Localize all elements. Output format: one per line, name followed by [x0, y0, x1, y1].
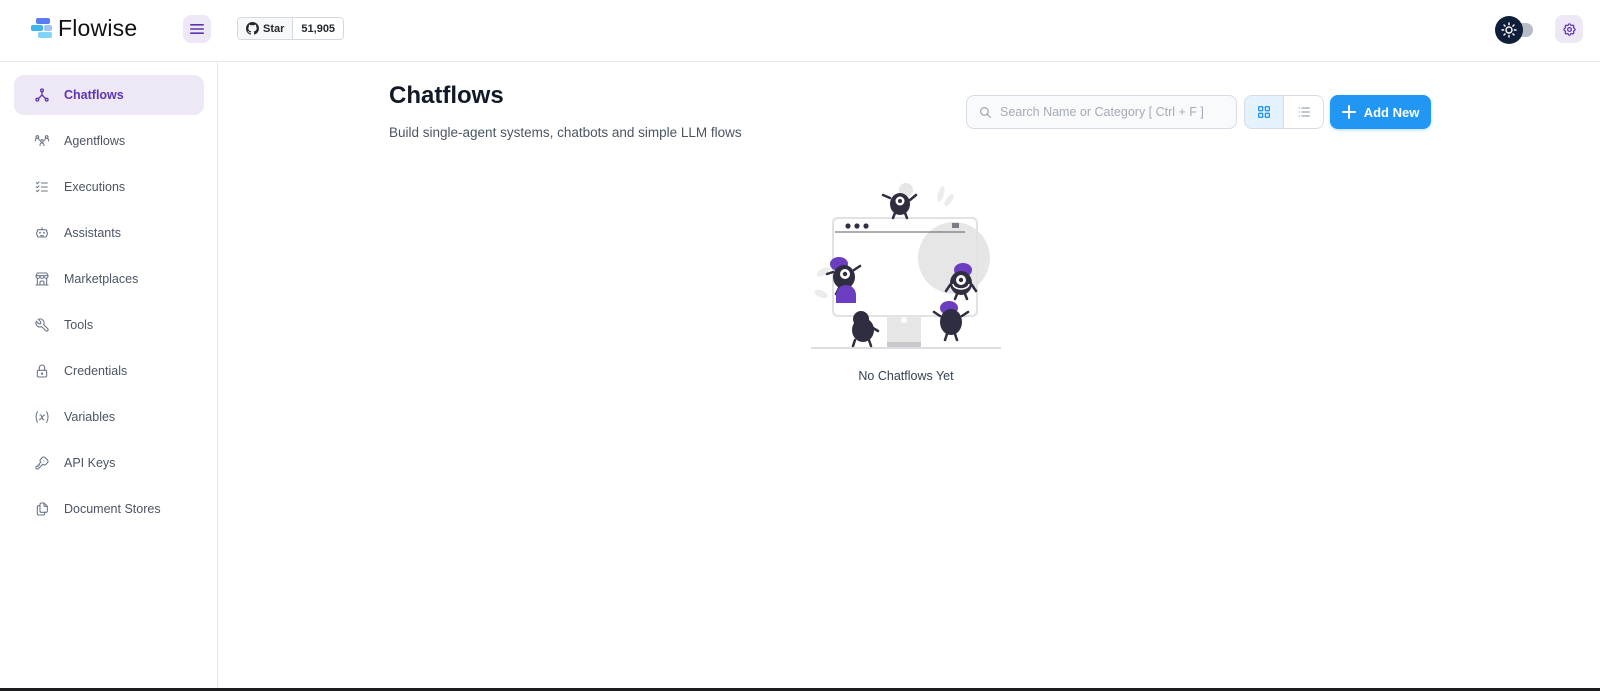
sidebar-item-assistants[interactable]: Assistants [14, 213, 204, 253]
sidebar-item-label: Chatflows [64, 88, 124, 102]
sidebar-item-api-keys[interactable]: API Keys [14, 443, 204, 483]
sidebar-item-label: Marketplaces [64, 272, 139, 286]
key-icon [34, 455, 50, 471]
menu-icon [190, 24, 204, 34]
sidebar-item-label: Document Stores [64, 502, 161, 516]
robot-icon [34, 225, 50, 241]
dark-mode-toggle[interactable] [1495, 16, 1537, 44]
page-subtitle: Build single-agent systems, chatbots and… [389, 125, 742, 140]
sidebar-item-label: Variables [64, 410, 116, 424]
tool-icon [34, 317, 50, 333]
sidebar-item-tools[interactable]: Tools [14, 305, 204, 345]
github-star-count[interactable]: 51,905 [293, 18, 344, 39]
sidebar-item-agentflows[interactable]: Agentflows [14, 121, 204, 161]
page-title: Chatflows [389, 82, 504, 109]
hierarchy-icon [34, 87, 50, 103]
variable-icon [34, 409, 50, 425]
add-new-button[interactable]: Add New [1330, 95, 1431, 129]
search-input[interactable] [1000, 105, 1220, 119]
sidebar-item-label: Credentials [64, 364, 128, 378]
sidebar-item-credentials[interactable]: Credentials [14, 351, 204, 391]
sidebar-item-label: Tools [64, 318, 94, 332]
sidebar-item-variables[interactable]: Variables [14, 397, 204, 437]
github-star-button[interactable]: Star [238, 18, 294, 39]
building-store-icon [34, 271, 50, 287]
add-new-label: Add New [1363, 104, 1420, 120]
settings-button[interactable] [1555, 15, 1583, 43]
sidebar-item-label: Executions [64, 180, 126, 194]
top-header: Flowise Star 51,905 [0, 0, 1600, 62]
sidebar-item-marketplaces[interactable]: Marketplaces [14, 259, 204, 299]
brand-name: Flowise [58, 15, 138, 41]
search-box[interactable] [966, 95, 1237, 129]
list-check-icon [34, 179, 50, 195]
sidebar-item-document-stores[interactable]: Document Stores [14, 489, 204, 529]
main-content: Chatflows Build single-agent systems, ch… [218, 62, 1600, 691]
toggle-knob [1495, 16, 1523, 44]
view-mode-toggle [1244, 95, 1324, 129]
files-icon [34, 501, 50, 517]
sidebar-item-label: Assistants [64, 226, 121, 240]
list-icon [1298, 107, 1310, 117]
sun-icon [1501, 22, 1517, 38]
sidebar-item-label: Agentflows [64, 134, 126, 148]
sidebar-toggle-button[interactable] [183, 15, 211, 43]
lock-icon [34, 363, 50, 379]
gear-icon [1562, 22, 1576, 36]
sidebar-item-executions[interactable]: Executions [14, 167, 204, 207]
sidebar: Chatflows Agentflows Executions Assistan… [0, 62, 218, 691]
empty-state-illustration [811, 180, 1001, 352]
search-icon [980, 106, 991, 118]
github-star-widget: Star 51,905 [237, 17, 345, 40]
plus-icon [1341, 105, 1356, 119]
sidebar-item-chatflows[interactable]: Chatflows [14, 75, 204, 115]
flowise-logo[interactable]: Flowise [30, 15, 137, 42]
empty-state-text: No Chatflows Yet [858, 369, 954, 383]
users-group-icon [34, 133, 50, 149]
github-icon [246, 22, 259, 35]
github-star-label: Star [263, 22, 285, 35]
layout-grid-icon [1258, 106, 1270, 118]
list-view-button[interactable] [1284, 96, 1323, 128]
card-view-button[interactable] [1245, 96, 1285, 128]
flowise-logo-icon [30, 17, 54, 41]
sidebar-item-label: API Keys [64, 456, 116, 470]
